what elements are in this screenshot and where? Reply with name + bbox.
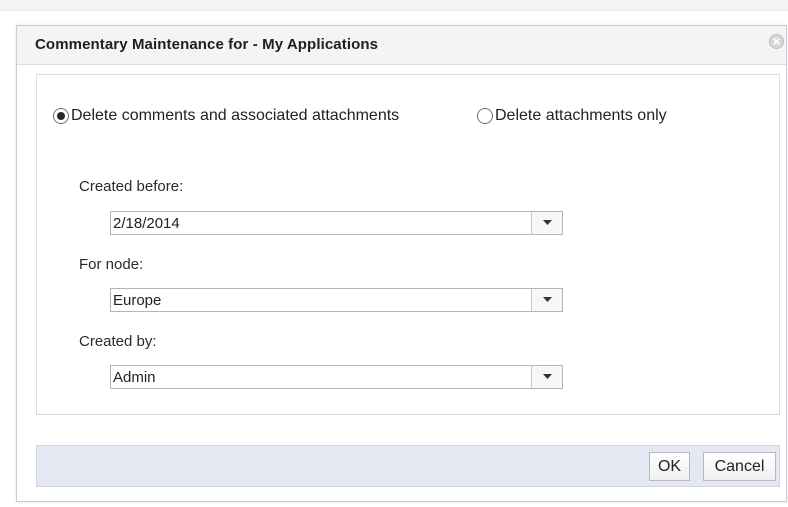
for-node-select[interactable]: Europe <box>110 288 563 312</box>
cancel-button[interactable]: Cancel <box>703 452 776 481</box>
ok-button[interactable]: OK <box>649 452 690 481</box>
created-by-label: Created by: <box>79 333 157 350</box>
created-before-value: 2/18/2014 <box>113 215 180 232</box>
for-node-value: Europe <box>113 292 162 309</box>
options-panel: Delete comments and associated attachmen… <box>36 74 780 415</box>
delete-attachments-only-radio[interactable]: Delete attachments only <box>477 106 667 126</box>
chevron-down-icon <box>543 374 552 379</box>
delete-comments-and-attachments-label[interactable]: Delete comments and associated attachmen… <box>71 107 399 125</box>
chevron-down-icon <box>543 220 552 225</box>
dialog-title-bar: Commentary Maintenance for - My Applicat… <box>17 26 786 65</box>
close-icon[interactable] <box>769 34 784 49</box>
created-by-dropdown-button[interactable] <box>531 366 562 388</box>
radio-unchecked-icon[interactable] <box>477 108 493 124</box>
radio-checked-icon[interactable] <box>53 108 69 124</box>
for-node-dropdown-button[interactable] <box>531 289 562 311</box>
dialog-button-bar: OK Cancel <box>36 445 780 487</box>
for-node-label: For node: <box>79 256 144 273</box>
chevron-down-icon <box>543 297 552 302</box>
dialog-title: Commentary Maintenance for - My Applicat… <box>35 36 379 53</box>
background-strip <box>0 0 788 11</box>
created-by-select[interactable]: Admin <box>110 365 563 389</box>
commentary-maintenance-dialog: Commentary Maintenance for - My Applicat… <box>16 25 787 502</box>
created-before-label: Created before: <box>79 178 184 195</box>
created-before-select[interactable]: 2/18/2014 <box>110 211 563 235</box>
created-by-value: Admin <box>113 369 156 386</box>
delete-attachments-only-label[interactable]: Delete attachments only <box>495 107 667 125</box>
delete-comments-and-attachments-radio[interactable]: Delete comments and associated attachmen… <box>53 106 399 126</box>
created-before-dropdown-button[interactable] <box>531 212 562 234</box>
